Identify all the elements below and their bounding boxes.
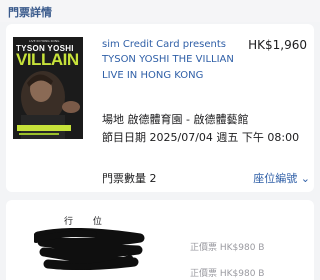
chevron-down-icon: ⌄	[300, 172, 310, 185]
seat-row-price: 正價票 HK$980 B	[190, 269, 265, 279]
event-poster[interactable]: LIVE IN HONG KONG TYSON YOSHI VILLAIN	[13, 37, 83, 139]
page-header: 門票詳情	[0, 0, 320, 22]
ticket-price: HK$1,960	[248, 38, 307, 52]
redaction-scribble	[34, 228, 145, 270]
column-header-row: 行	[64, 217, 74, 227]
poster-tagline: LIVE IN HONG KONG	[29, 39, 60, 43]
seat-number-link[interactable]: 座位編號 ⌄	[253, 170, 310, 186]
event-title: TYSON YOSHI THE VILLIAN LIVE IN HONG KON…	[102, 54, 234, 81]
event-venue: 場地 啟德體育園 - 啟德體藝館	[102, 113, 249, 126]
event-date: 節目日期 2025/07/04 週五 下午 08:00	[102, 131, 300, 144]
seat-link-label: 座位編號	[253, 172, 298, 185]
page-title: 門票詳情	[8, 6, 52, 19]
seat-table-header: 行 位	[64, 214, 119, 227]
event-presenter: sim Credit Card presents	[102, 39, 226, 50]
poster-title: VILLAIN	[16, 50, 79, 69]
ticket-quantity: 門票數量 2	[102, 172, 157, 185]
seat-row-price: 正價票 HK$980 B	[190, 243, 265, 253]
column-header-seat: 位	[92, 217, 102, 227]
